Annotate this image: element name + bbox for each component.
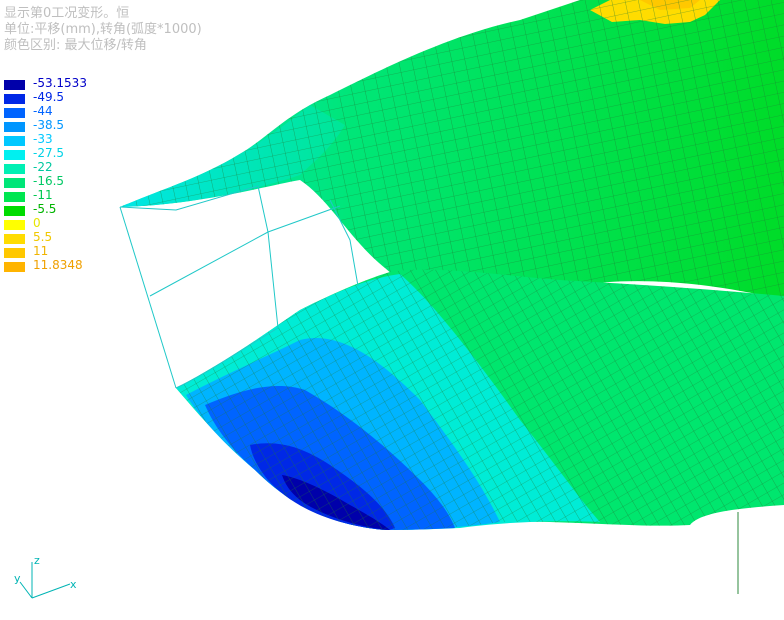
legend-label: -16.5 (33, 174, 65, 188)
legend-label: 11.8348 (33, 258, 83, 272)
model-viewport[interactable] (0, 0, 784, 620)
legend-swatch (4, 234, 25, 244)
legend-swatch (4, 248, 25, 258)
legend-label: -5.5 (33, 202, 57, 216)
legend-swatch (4, 136, 25, 146)
legend-label: -53.1533 (33, 76, 87, 90)
y-axis-line (19, 581, 33, 599)
legend-swatch (4, 262, 25, 272)
legend-label: -44 (33, 104, 53, 118)
legend-swatch (4, 94, 25, 104)
x-axis-label: x (70, 578, 77, 591)
legend-label: -38.5 (33, 118, 65, 132)
legend-swatch (4, 150, 25, 160)
lower-mesh-lines (176, 269, 784, 530)
axis-triad: z x y (14, 554, 77, 599)
legend-swatch (4, 206, 25, 216)
legend-swatch (4, 80, 25, 90)
upper-mesh-lines (120, 0, 784, 309)
legend-swatch (4, 178, 25, 188)
legend-label: 5.5 (33, 230, 53, 244)
legend-swatch (4, 122, 25, 132)
deformed-mesh (119, 0, 784, 594)
legend-label: -49.5 (33, 90, 65, 104)
legend-swatch (4, 108, 25, 118)
header-units: 单位:平移(mm),转角(弧度*1000) (4, 22, 202, 37)
header-title: 显示第0工况变形。恒 (4, 6, 130, 21)
legend-label: -22 (33, 160, 53, 174)
header-color-note: 颜色区别: 最大位移/转角 (4, 38, 147, 53)
legend-swatch (4, 220, 25, 230)
y-axis-label: y (14, 572, 21, 585)
legend-swatch (4, 164, 25, 174)
x-axis-line (31, 583, 71, 599)
legend-swatch (4, 192, 25, 202)
legend-label: 0 (33, 216, 41, 230)
z-axis-label: z (34, 554, 40, 567)
legend-label: -11 (33, 188, 53, 202)
legend-label: 11 (33, 244, 49, 258)
legend-label: -33 (33, 132, 53, 146)
legend-label: -27.5 (33, 146, 65, 160)
